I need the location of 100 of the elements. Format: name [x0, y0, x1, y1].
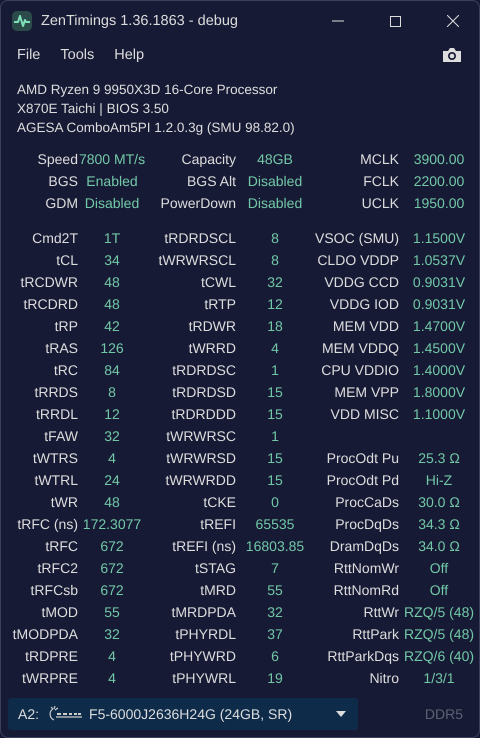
timing-value: 34: [104, 252, 120, 268]
timing-value: 19: [267, 670, 283, 686]
timing-label: tRDRDSC: [172, 362, 237, 378]
timing-value: 48: [104, 494, 120, 510]
menu-item[interactable]: Help: [114, 47, 144, 63]
timing-label: tRCDWR: [20, 274, 79, 290]
timing-value: 55: [104, 604, 120, 620]
timing-label: tRFCsb: [30, 582, 79, 598]
field-label: GDM: [45, 195, 79, 211]
field-label: BGS Alt: [186, 173, 237, 189]
timing-label: tWRRD: [188, 340, 237, 356]
timing-value: 1.4500V: [412, 340, 466, 356]
timing-label: tMOD: [41, 604, 79, 620]
timing-value: 0: [271, 494, 279, 510]
field-label: Speed: [38, 151, 79, 167]
field-value: Enabled: [86, 173, 138, 189]
timing-label: tWR: [50, 494, 79, 510]
timing-label: tPHYWRD: [170, 648, 237, 664]
field-value: 1950.00: [414, 195, 464, 211]
timing-label: tRAS: [45, 340, 79, 356]
timing-label: tPHYRDL: [175, 626, 237, 642]
timing-value: 32: [104, 626, 120, 642]
system-info-text: X870E Taichi | BIOS 3.50: [17, 100, 170, 118]
timing-value: 18: [267, 318, 283, 334]
timing-label: VDDG CCD: [324, 274, 400, 290]
timing-value: 672: [100, 538, 124, 554]
timing-value: 32: [267, 604, 283, 620]
timing-value: 672: [100, 560, 124, 576]
timing-label: tRDPRE: [25, 648, 79, 664]
timing-label: VDDG IOD: [330, 296, 400, 312]
timing-label: tRDWR: [188, 318, 237, 334]
timing-label: tWRWRSC: [166, 428, 237, 444]
timing-label: Nitro: [369, 670, 400, 686]
timing-value: Hi-Z: [426, 472, 452, 488]
timing-value: 25.3 Ω: [418, 450, 460, 466]
timing-label: RttNomRd: [334, 582, 400, 598]
timing-value: RZQ/5 (48): [404, 626, 474, 642]
timing-label: tRRDL: [36, 406, 79, 422]
field-value: 3900.00: [414, 151, 464, 167]
menu-item[interactable]: Tools: [60, 47, 94, 63]
timing-value: 30.0 Ω: [418, 494, 460, 510]
camera-icon[interactable]: [442, 47, 462, 63]
close-icon[interactable]: [447, 15, 459, 27]
timing-value: 15: [267, 384, 283, 400]
timing-label: Cmd2T: [32, 230, 79, 246]
timing-value: 6: [271, 648, 279, 664]
maximize-icon[interactable]: [390, 16, 401, 26]
timing-label: tRC: [54, 362, 79, 378]
brand-logo-icon: [47, 706, 84, 722]
field-value: 2200.00: [414, 173, 464, 189]
field-label: BGS: [48, 173, 79, 189]
timing-value: 0.9031V: [412, 274, 466, 290]
timing-value: 1: [271, 362, 279, 378]
field-label: UCLK: [362, 195, 400, 211]
timing-value: 12: [267, 296, 283, 312]
timing-value: 12: [104, 406, 120, 422]
window-title: ZenTimings 1.36.1863 - debug: [41, 13, 238, 29]
timing-value: 4: [108, 670, 116, 686]
timing-label: MEM VDDQ: [322, 340, 400, 356]
timing-label: tMODPDA: [12, 626, 79, 642]
timing-label: DramDqDs: [330, 538, 400, 554]
system-info-text: AMD Ryzen 9 9950X3D 16-Core Processor: [17, 81, 278, 99]
timing-value: 1.1500V: [412, 230, 466, 246]
field-value: 48GB: [257, 151, 293, 167]
timing-label: tCKE: [203, 494, 237, 510]
timing-label: tWRPRE: [22, 670, 79, 686]
timing-value: 672: [100, 582, 124, 598]
timing-label: CLDO VDDP: [317, 252, 400, 268]
timing-value: 84: [104, 362, 120, 378]
system-info-text: AGESA ComboAm5PI 1.2.0.3g (SMU 98.82.0): [17, 119, 296, 137]
timing-value: 48: [104, 274, 120, 290]
timing-label: tRFC: [45, 538, 79, 554]
module-dropdown[interactable]: A2: F5-6000J2636H24G (24GB, SR): [8, 698, 358, 730]
timing-value: 15: [267, 406, 283, 422]
timing-value: 1.4000V: [412, 362, 466, 378]
timing-label: tRFC (ns): [17, 516, 79, 532]
timing-label: CPU VDDIO: [321, 362, 400, 378]
timing-value: 16803.85: [246, 538, 304, 554]
timing-label: tRCDRD: [24, 296, 79, 312]
timing-label: tWTRS: [32, 450, 79, 466]
timing-value: 24: [104, 472, 120, 488]
timing-value: 1T: [104, 230, 120, 246]
field-value: Disabled: [248, 195, 302, 211]
timing-label: ProcOdt Pu: [326, 450, 400, 466]
timing-label: tSTAG: [195, 560, 237, 576]
field-value: Disabled: [84, 195, 140, 211]
timing-label: tWRWRSD: [166, 450, 237, 466]
timing-label: VSOC (SMU): [315, 230, 400, 246]
timing-label: MEM VPP: [334, 384, 400, 400]
timing-value: 48: [104, 296, 120, 312]
caret-icon: [336, 711, 346, 717]
timing-label: tFAW: [44, 428, 79, 444]
menu-item[interactable]: File: [17, 47, 40, 63]
timing-label: tCWL: [201, 274, 237, 290]
timing-label: tRRDS: [34, 384, 79, 400]
timing-label: tWTRL: [34, 472, 79, 488]
timing-label: MEM VDD: [332, 318, 400, 334]
timing-value: 1/3/1: [423, 670, 455, 686]
memory-type-label: DDR5: [424, 706, 463, 722]
timing-value: 37: [267, 626, 283, 642]
